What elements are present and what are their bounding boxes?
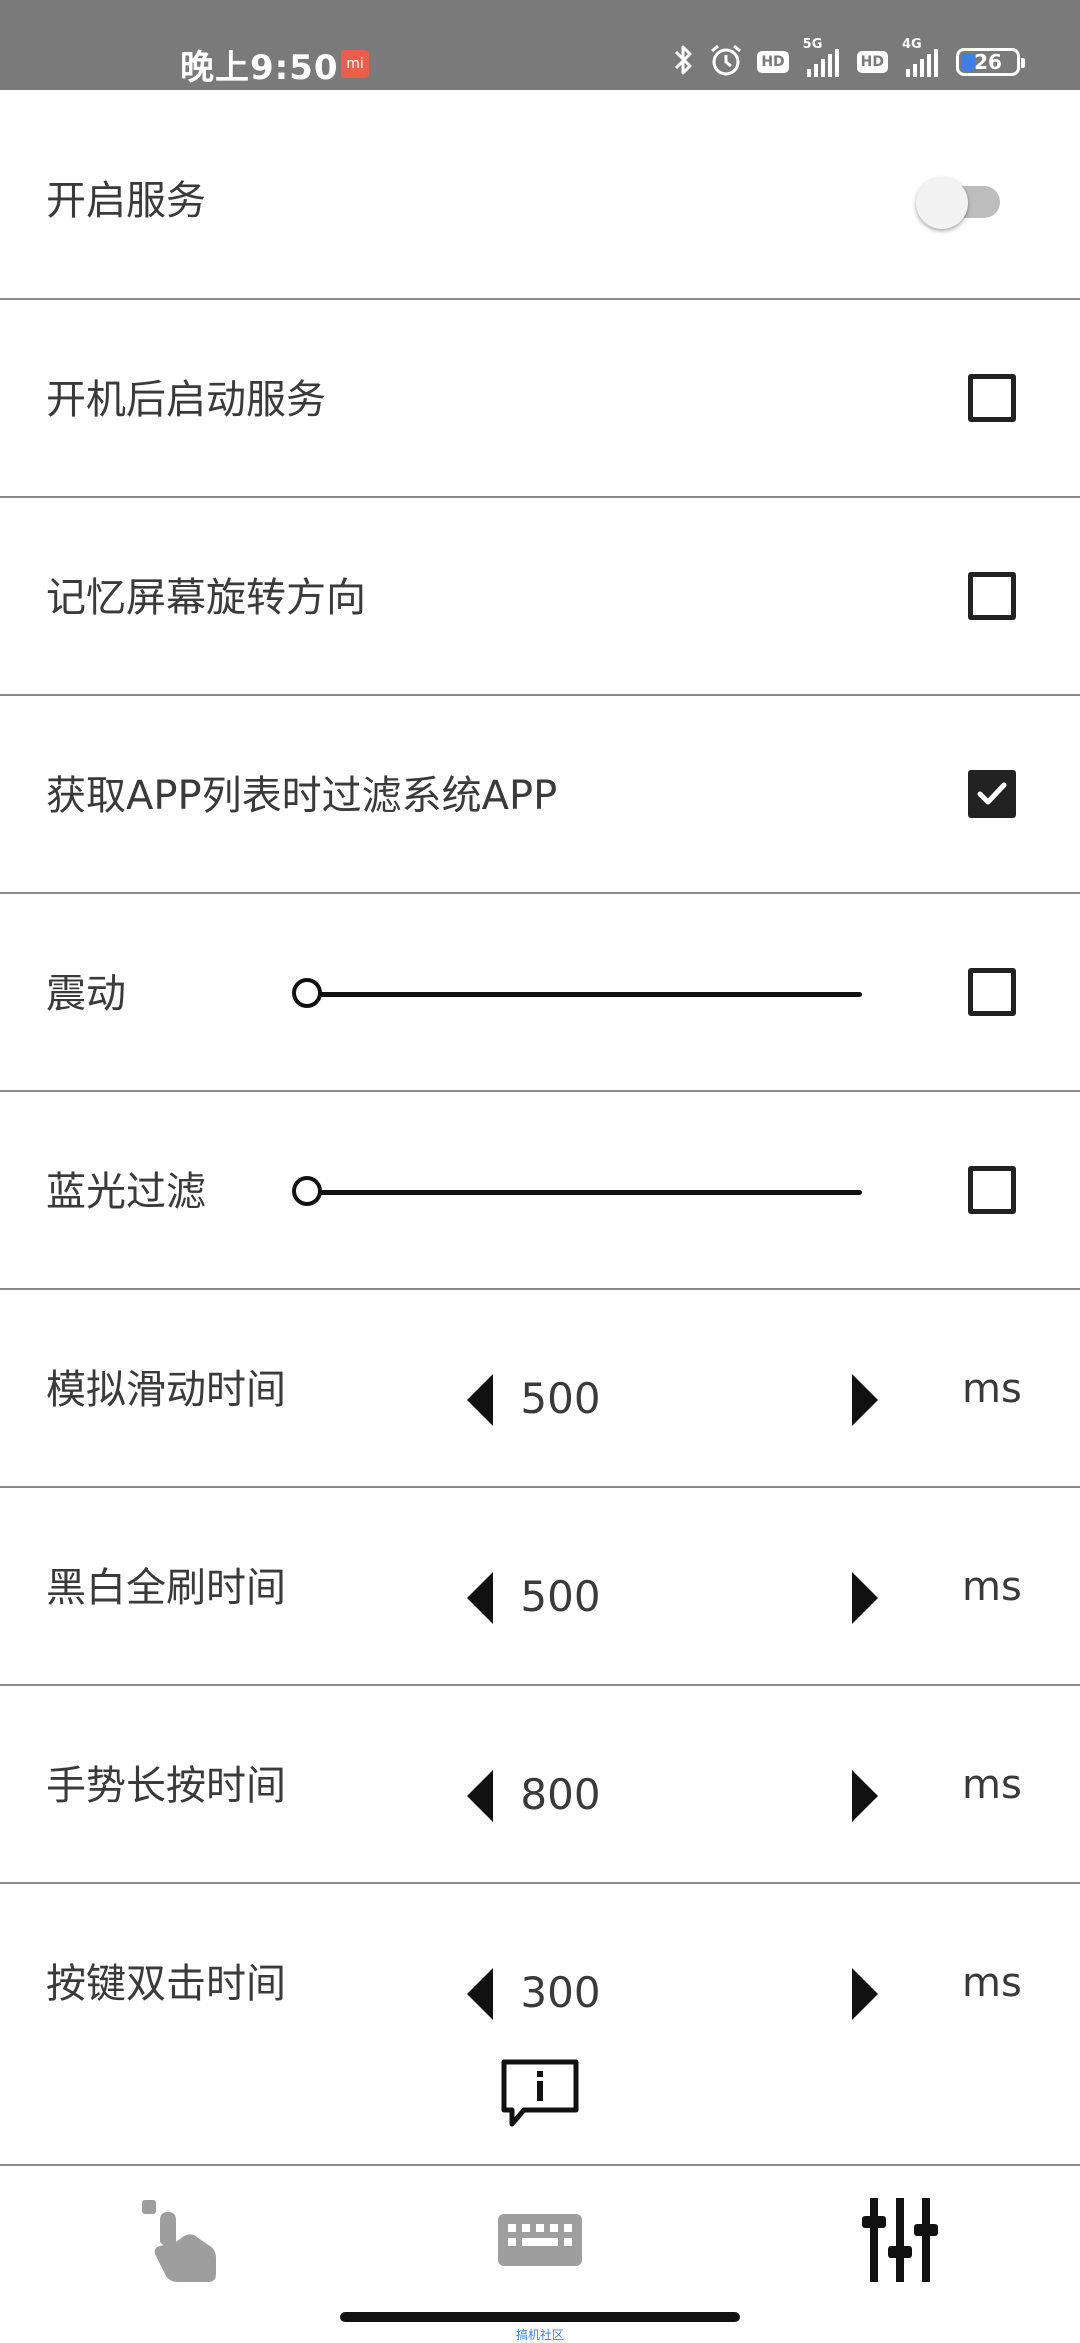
- increase-arrow-icon[interactable]: [850, 1966, 880, 2022]
- bluetooth-icon: [673, 43, 695, 81]
- battery-level: 26: [974, 50, 1002, 74]
- check-icon: [977, 782, 1007, 805]
- status-time: 晚上9:50: [180, 48, 339, 88]
- filter-system-apps-checkbox[interactable]: [968, 770, 1016, 818]
- remember-rotation-checkbox[interactable]: [968, 572, 1016, 620]
- swipe-time-value: 500: [520, 1374, 601, 1423]
- status-bar: 晚上9:50 mi HD 5G HD 4G 26: [0, 0, 1080, 90]
- mi-notification-icon: mi: [341, 50, 369, 78]
- refresh-time-row: 黑白全刷时间 500 ms: [0, 1488, 1080, 1686]
- signal-5g: 5G: [803, 37, 843, 77]
- long-press-time-row: 手势长按时间 800 ms: [0, 1686, 1080, 1884]
- swipe-time-unit: ms: [962, 1366, 1022, 1412]
- boot-start-row[interactable]: 开机后启动服务: [0, 300, 1080, 498]
- remember-rotation-label: 记忆屏幕旋转方向: [46, 575, 366, 621]
- double-click-time-label: 按键双击时间: [46, 1961, 286, 2007]
- double-click-time-unit: ms: [962, 1960, 1022, 2006]
- long-press-time-value: 800: [520, 1770, 601, 1819]
- remember-rotation-row[interactable]: 记忆屏幕旋转方向: [0, 498, 1080, 696]
- increase-arrow-icon[interactable]: [850, 1372, 880, 1428]
- increase-arrow-icon[interactable]: [850, 1768, 880, 1824]
- hd-voice-badge: HD: [757, 51, 789, 73]
- home-indicator[interactable]: [340, 2312, 740, 2322]
- blue-light-slider[interactable]: [292, 1172, 862, 1212]
- battery-fill: [961, 53, 975, 71]
- toggle-thumb: [916, 177, 968, 229]
- sliders-icon[interactable]: [850, 2190, 950, 2290]
- refresh-time-label: 黑白全刷时间: [46, 1565, 286, 1611]
- info-feedback-icon[interactable]: [500, 2058, 580, 2128]
- service-toggle[interactable]: [916, 168, 1006, 229]
- status-icons: HD 5G HD 4G 26: [673, 37, 1030, 84]
- slider-track: [308, 992, 862, 997]
- slider-track: [308, 1190, 862, 1195]
- vibration-checkbox[interactable]: [968, 968, 1016, 1016]
- slider-thumb[interactable]: [292, 978, 322, 1008]
- keyboard-icon[interactable]: [490, 2190, 590, 2290]
- refresh-time-unit: ms: [962, 1564, 1022, 1610]
- service-label: 开启服务: [46, 178, 206, 224]
- double-click-time-value: 300: [520, 1968, 601, 2017]
- slider-thumb[interactable]: [292, 1176, 322, 1206]
- hd-voice-badge-2: HD: [856, 51, 888, 73]
- long-press-time-unit: ms: [962, 1762, 1022, 1808]
- filter-system-apps-row[interactable]: 获取APP列表时过滤系统APP: [0, 696, 1080, 894]
- touch-gesture-icon[interactable]: [130, 2190, 230, 2290]
- service-row[interactable]: 开启服务: [0, 90, 1080, 300]
- vibration-label: 震动: [46, 971, 126, 1017]
- blue-light-checkbox[interactable]: [968, 1166, 1016, 1214]
- filter-system-apps-label: 获取APP列表时过滤系统APP: [46, 773, 558, 819]
- long-press-time-label: 手势长按时间: [46, 1763, 286, 1809]
- blue-light-row: 蓝光过滤: [0, 1092, 1080, 1290]
- vibration-slider[interactable]: [292, 974, 862, 1014]
- net-type-label-2: 4G: [902, 37, 922, 52]
- signal-4g: 4G: [902, 37, 942, 77]
- swipe-time-row: 模拟滑动时间 500 ms: [0, 1290, 1080, 1488]
- swipe-time-label: 模拟滑动时间: [46, 1367, 286, 1413]
- alarm-icon: [709, 43, 743, 81]
- net-type-label: 5G: [802, 37, 823, 52]
- footer-watermark: 搞机社区: [515, 2328, 564, 2342]
- refresh-time-value: 500: [520, 1572, 601, 1621]
- battery-icon: 26: [956, 48, 1025, 76]
- vibration-row: 震动: [0, 894, 1080, 1092]
- increase-arrow-icon[interactable]: [850, 1570, 880, 1626]
- blue-light-label: 蓝光过滤: [46, 1169, 206, 1215]
- boot-start-label: 开机后启动服务: [46, 377, 326, 423]
- boot-start-checkbox[interactable]: [968, 374, 1016, 422]
